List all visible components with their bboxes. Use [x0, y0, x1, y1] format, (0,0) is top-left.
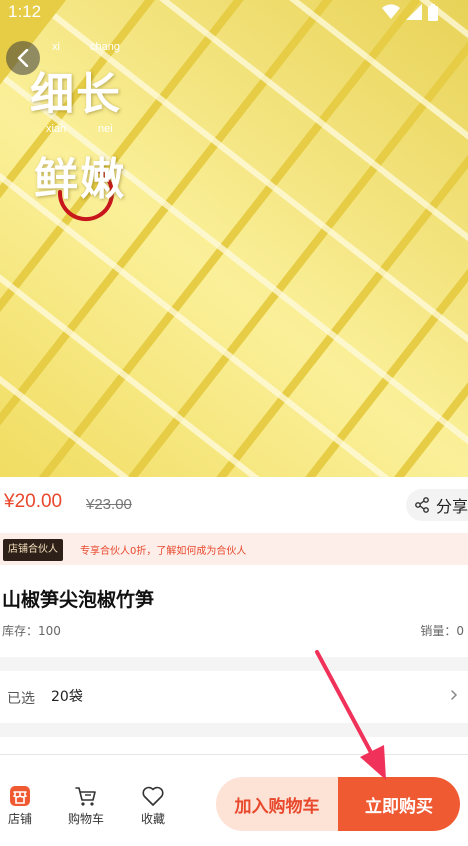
partner-tag: 店铺合伙人 [3, 539, 63, 561]
shop-nav-button[interactable]: 店铺 [0, 784, 40, 827]
share-button[interactable]: 分享 [406, 489, 468, 521]
chevron-left-icon [17, 49, 29, 67]
share-icon [415, 497, 429, 513]
share-label: 分享 [436, 497, 468, 516]
section-divider [0, 723, 468, 737]
wifi-icon [382, 4, 400, 20]
buy-now-button[interactable]: 立即购买 [338, 777, 460, 831]
signal-icon [406, 4, 422, 20]
hero-text-line2: 鲜嫩 [34, 154, 126, 205]
heart-icon [142, 786, 164, 806]
current-price: ¥20.00 [4, 491, 63, 512]
add-to-cart-button[interactable]: 加入购物车 [216, 777, 338, 831]
cart-label: 购物车 [67, 812, 104, 826]
favorite-nav-button[interactable]: 收藏 [133, 784, 173, 827]
price-row: ¥20.00 ¥23.00 分享 [0, 477, 468, 533]
shop-label: 店铺 [7, 812, 32, 826]
selected-label: 已选 [7, 691, 35, 707]
cart-nav-button[interactable]: 购物车 [66, 784, 106, 827]
chevron-right-icon [451, 690, 458, 700]
product-title: 山椒笋尖泡椒竹笋 [2, 589, 155, 611]
stock-count: 库存：100 [2, 624, 61, 638]
shop-icon [10, 786, 30, 806]
partner-banner[interactable]: 店铺合伙人 专享合伙人0折，了解如何成为合伙人 [0, 533, 468, 565]
spec-selector[interactable]: 已选 20袋 [0, 671, 468, 723]
section-divider [0, 657, 468, 671]
buy-now-label: 立即购买 [365, 796, 433, 817]
product-image[interactable]: xi chang 细长 xian nei 鲜嫩 [0, 0, 468, 477]
pinyin-xian: xian [46, 123, 67, 135]
pinyin-xi: xi [52, 41, 60, 53]
bottom-action-bar: 店铺 购物车 收藏 加入购物车 立即购买 [0, 756, 468, 846]
cart-icon [75, 787, 96, 806]
section-spacer [0, 737, 468, 755]
status-bar: 1:12 [0, 0, 468, 26]
hero-text-line1: 细长 [30, 69, 122, 120]
pinyin-chang: chang [90, 41, 120, 53]
selected-value: 20袋 [51, 689, 83, 705]
back-button[interactable] [6, 41, 40, 75]
status-time: 1:12 [8, 2, 42, 21]
battery-icon [428, 4, 438, 21]
partner-text: 专享合伙人0折，了解如何成为合伙人 [80, 546, 247, 557]
add-to-cart-label: 加入购物车 [234, 796, 320, 817]
product-info: 山椒笋尖泡椒竹笋 库存：100 销量：0 [0, 565, 468, 657]
product-detail-page: xi chang 细长 xian nei 鲜嫩 1:12 ¥20.00 ¥23.… [0, 0, 468, 846]
original-price: ¥23.00 [86, 496, 132, 513]
favorite-label: 收藏 [140, 812, 165, 826]
pinyin-nei: nei [98, 123, 113, 135]
sales-count: 销量：0 [420, 624, 464, 638]
